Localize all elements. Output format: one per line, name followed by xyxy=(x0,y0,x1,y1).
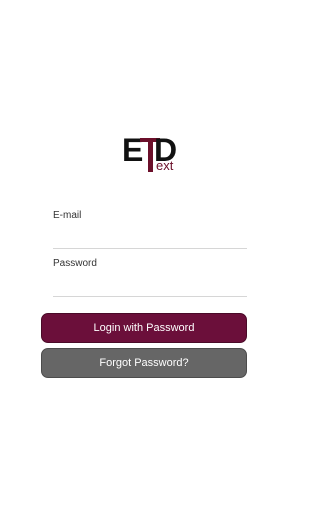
password-field-group: Password xyxy=(53,258,247,297)
email-label: E-mail xyxy=(53,210,82,221)
logo-t-stem xyxy=(148,138,153,172)
password-input[interactable] xyxy=(53,276,247,294)
password-label: Password xyxy=(53,258,97,269)
app-logo: E D ext xyxy=(118,132,177,176)
logo-suffix: ext xyxy=(156,158,174,173)
email-field-group: E-mail xyxy=(53,210,247,249)
login-screen: E D ext E-mail Password Login with Passw… xyxy=(0,0,288,512)
forgot-password-button[interactable]: Forgot Password? xyxy=(41,348,247,378)
email-input[interactable] xyxy=(53,228,247,246)
login-with-password-button[interactable]: Login with Password xyxy=(41,313,247,343)
